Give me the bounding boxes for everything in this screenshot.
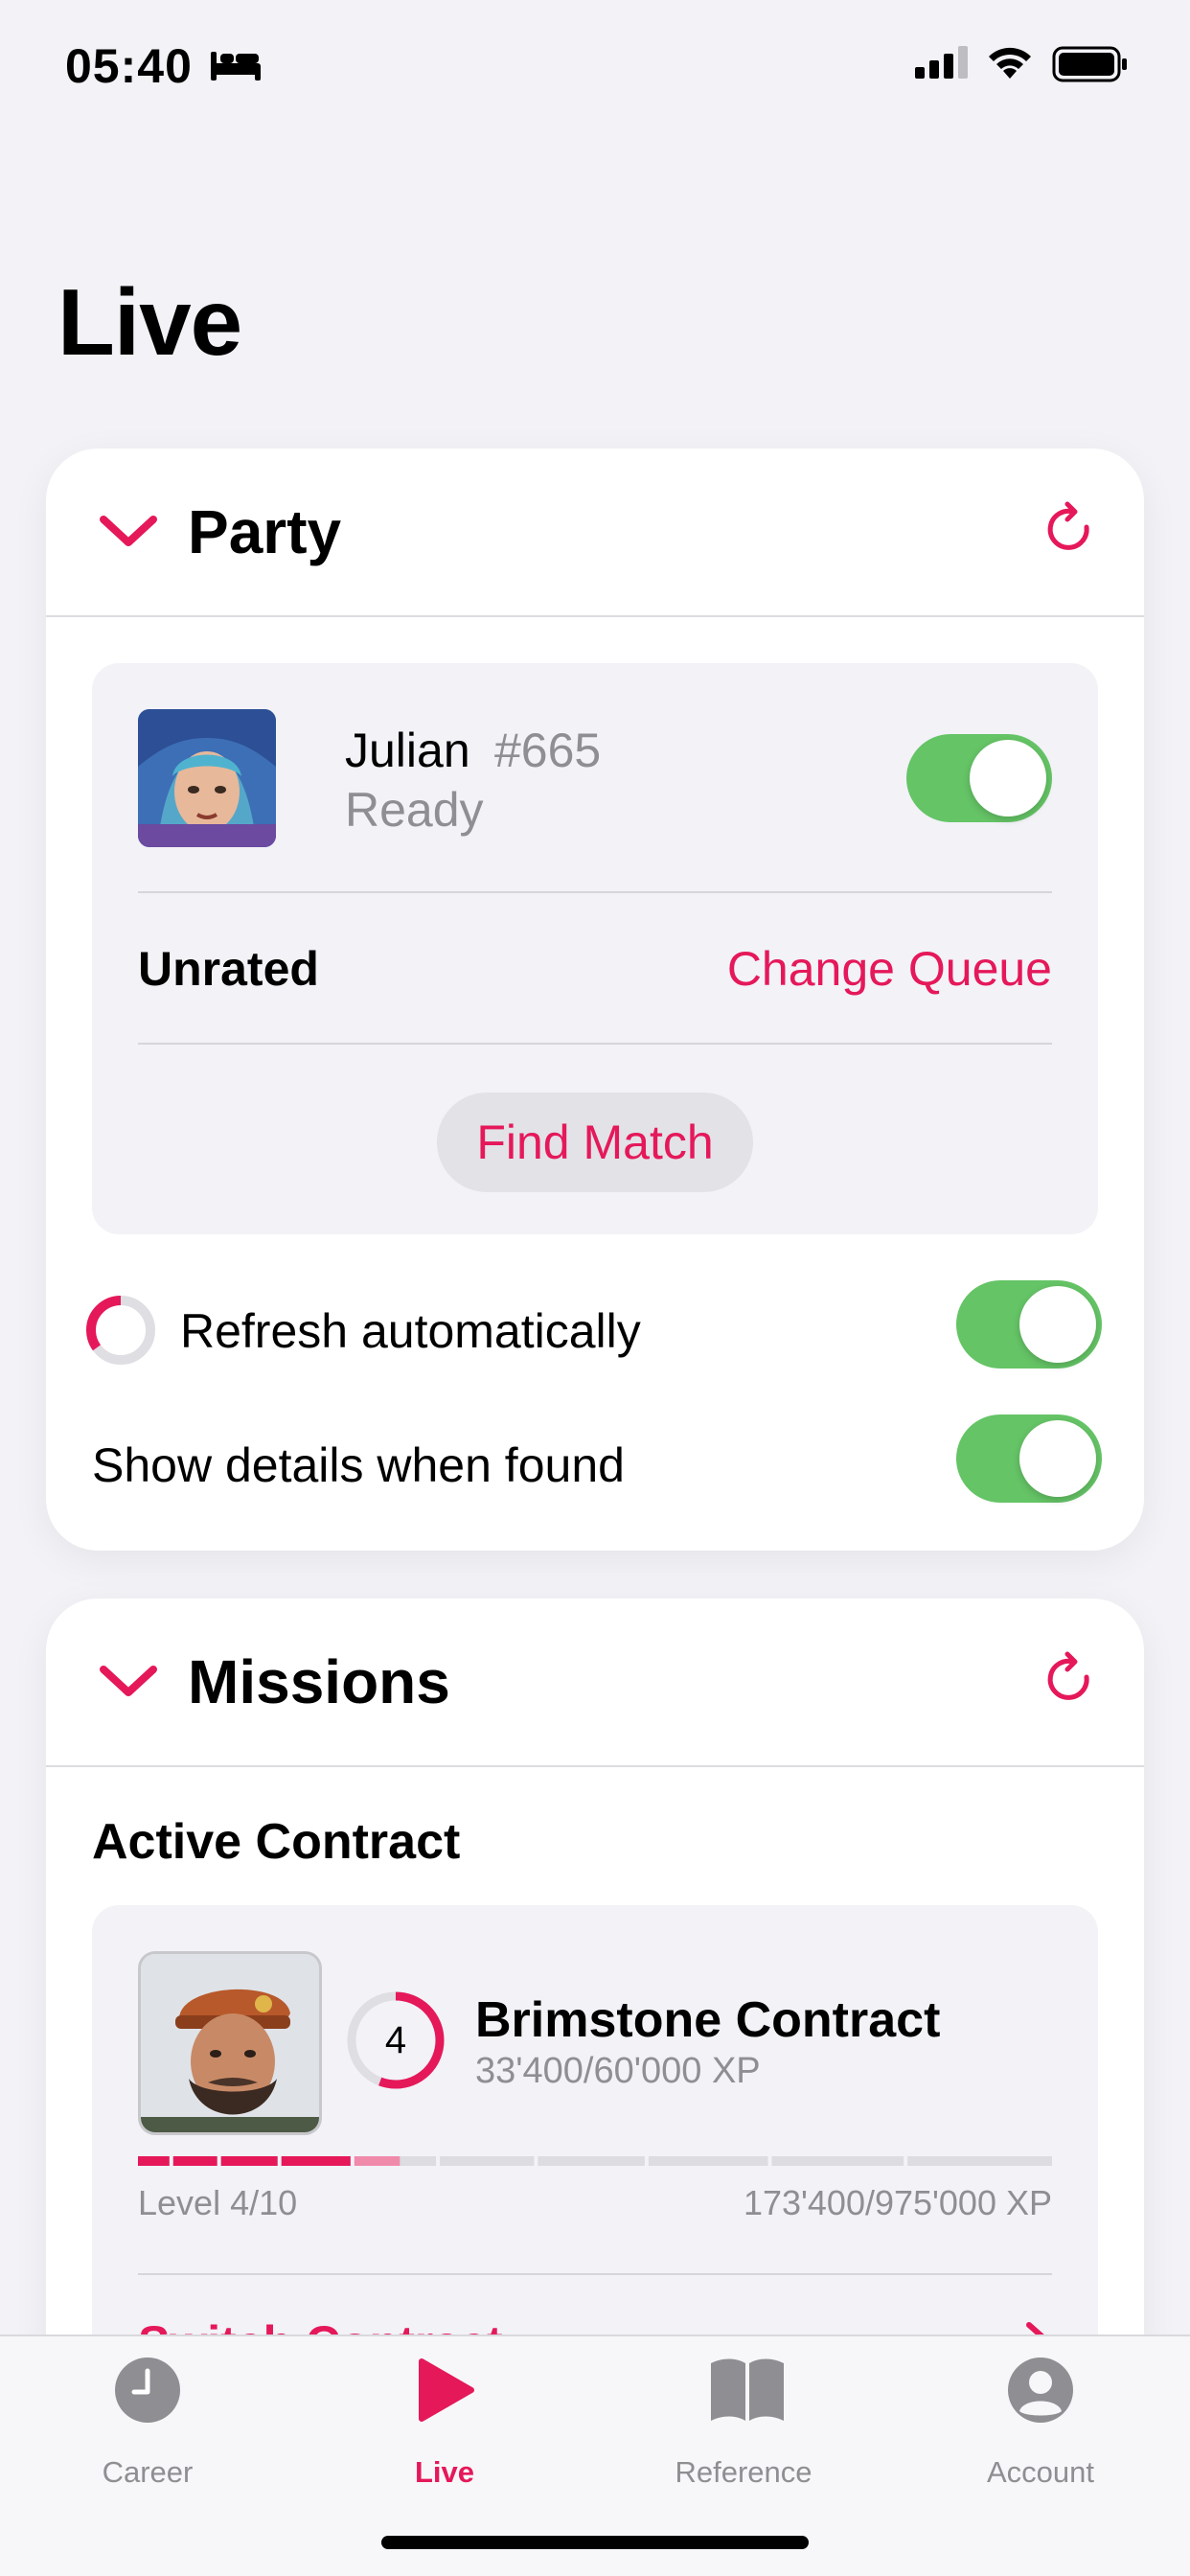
show-details-label: Show details when found xyxy=(92,1438,625,1492)
refresh-automatically-label: Refresh automatically xyxy=(180,1304,641,1358)
agent-portrait xyxy=(138,1951,322,2135)
active-contract-heading: Active Contract xyxy=(92,1814,461,1870)
tab-reference[interactable]: Reference xyxy=(600,2336,887,2528)
player-avatar xyxy=(138,709,276,847)
status-bar: 05:40 xyxy=(0,0,1190,134)
battery-icon xyxy=(1052,46,1127,82)
progress-segment-fill xyxy=(354,2156,400,2166)
change-queue-button[interactable]: Change Queue xyxy=(727,941,1052,997)
progress-segment-fill xyxy=(138,2156,170,2166)
tab-account[interactable]: Account xyxy=(897,2336,1184,2528)
contract-level-text: Level 4/10 xyxy=(138,2183,298,2222)
contract-level-number: 4 xyxy=(384,2019,407,2061)
home-indicator xyxy=(381,2536,809,2549)
tab-label: Account xyxy=(986,2455,1094,2489)
contract-name: Brimstone Contract xyxy=(475,1992,941,2048)
progress-segment-fill xyxy=(220,2156,278,2166)
progress-segment xyxy=(907,2156,1052,2166)
refresh-countdown-ring xyxy=(86,1296,155,1365)
progress-segment-fill xyxy=(281,2156,351,2166)
status-time: 05:40 xyxy=(65,39,193,93)
progress-segment xyxy=(440,2156,535,2166)
wifi-icon xyxy=(989,47,1031,79)
find-match-button[interactable]: Find Match xyxy=(437,1092,753,1192)
bed-icon xyxy=(211,52,261,80)
play-icon xyxy=(419,2358,474,2422)
toggle-knob xyxy=(970,740,1046,816)
player-status: Ready xyxy=(345,783,484,837)
progress-segment xyxy=(538,2156,645,2166)
page-title: Live xyxy=(57,269,242,375)
player-name: Julian xyxy=(345,724,470,777)
queue-label: Unrated xyxy=(138,942,319,996)
contract-total-xp: 173'400/975'000 XP xyxy=(743,2183,1052,2222)
toggle-knob xyxy=(1019,1420,1096,1497)
refresh-automatically-toggle[interactable] xyxy=(956,1280,1102,1368)
party-title: Party xyxy=(188,497,342,566)
divider xyxy=(138,891,1052,893)
party-header[interactable]: Party xyxy=(46,448,1144,617)
party-player-box: Julian #665 Ready Unrated Change Queue F… xyxy=(92,663,1098,1234)
refresh-icon[interactable] xyxy=(1044,500,1098,560)
progress-segment xyxy=(648,2156,768,2166)
show-details-toggle[interactable] xyxy=(956,1414,1102,1503)
divider xyxy=(138,2273,1052,2275)
tab-label: Career xyxy=(102,2455,194,2489)
progress-segment xyxy=(771,2156,904,2166)
player-tag: #665 xyxy=(494,724,602,777)
missions-header[interactable]: Missions xyxy=(46,1598,1144,1767)
missions-title: Missions xyxy=(188,1647,450,1716)
tab-label: Live xyxy=(414,2455,475,2489)
chevron-down-icon[interactable] xyxy=(98,1658,159,1704)
divider xyxy=(138,1043,1052,1045)
tab-label: Reference xyxy=(675,2455,812,2489)
clock-icon xyxy=(115,2358,180,2423)
refresh-icon[interactable] xyxy=(1044,1650,1098,1710)
party-card: Party Julian #665 Ready Unrated Change Q… xyxy=(46,448,1144,1551)
ready-toggle[interactable] xyxy=(906,734,1052,822)
contract-level-xp: 33'400/60'000 XP xyxy=(475,2051,761,2091)
tab-career[interactable]: Career xyxy=(4,2336,291,2528)
chevron-down-icon[interactable] xyxy=(98,508,159,554)
contract-progress-bar xyxy=(138,2156,1052,2166)
progress-segment-fill xyxy=(172,2156,217,2166)
signal-icon xyxy=(915,46,968,79)
book-icon xyxy=(711,2358,784,2421)
person-icon xyxy=(1008,2358,1073,2423)
tab-live[interactable]: Live xyxy=(301,2336,588,2528)
toggle-knob xyxy=(1019,1286,1096,1363)
